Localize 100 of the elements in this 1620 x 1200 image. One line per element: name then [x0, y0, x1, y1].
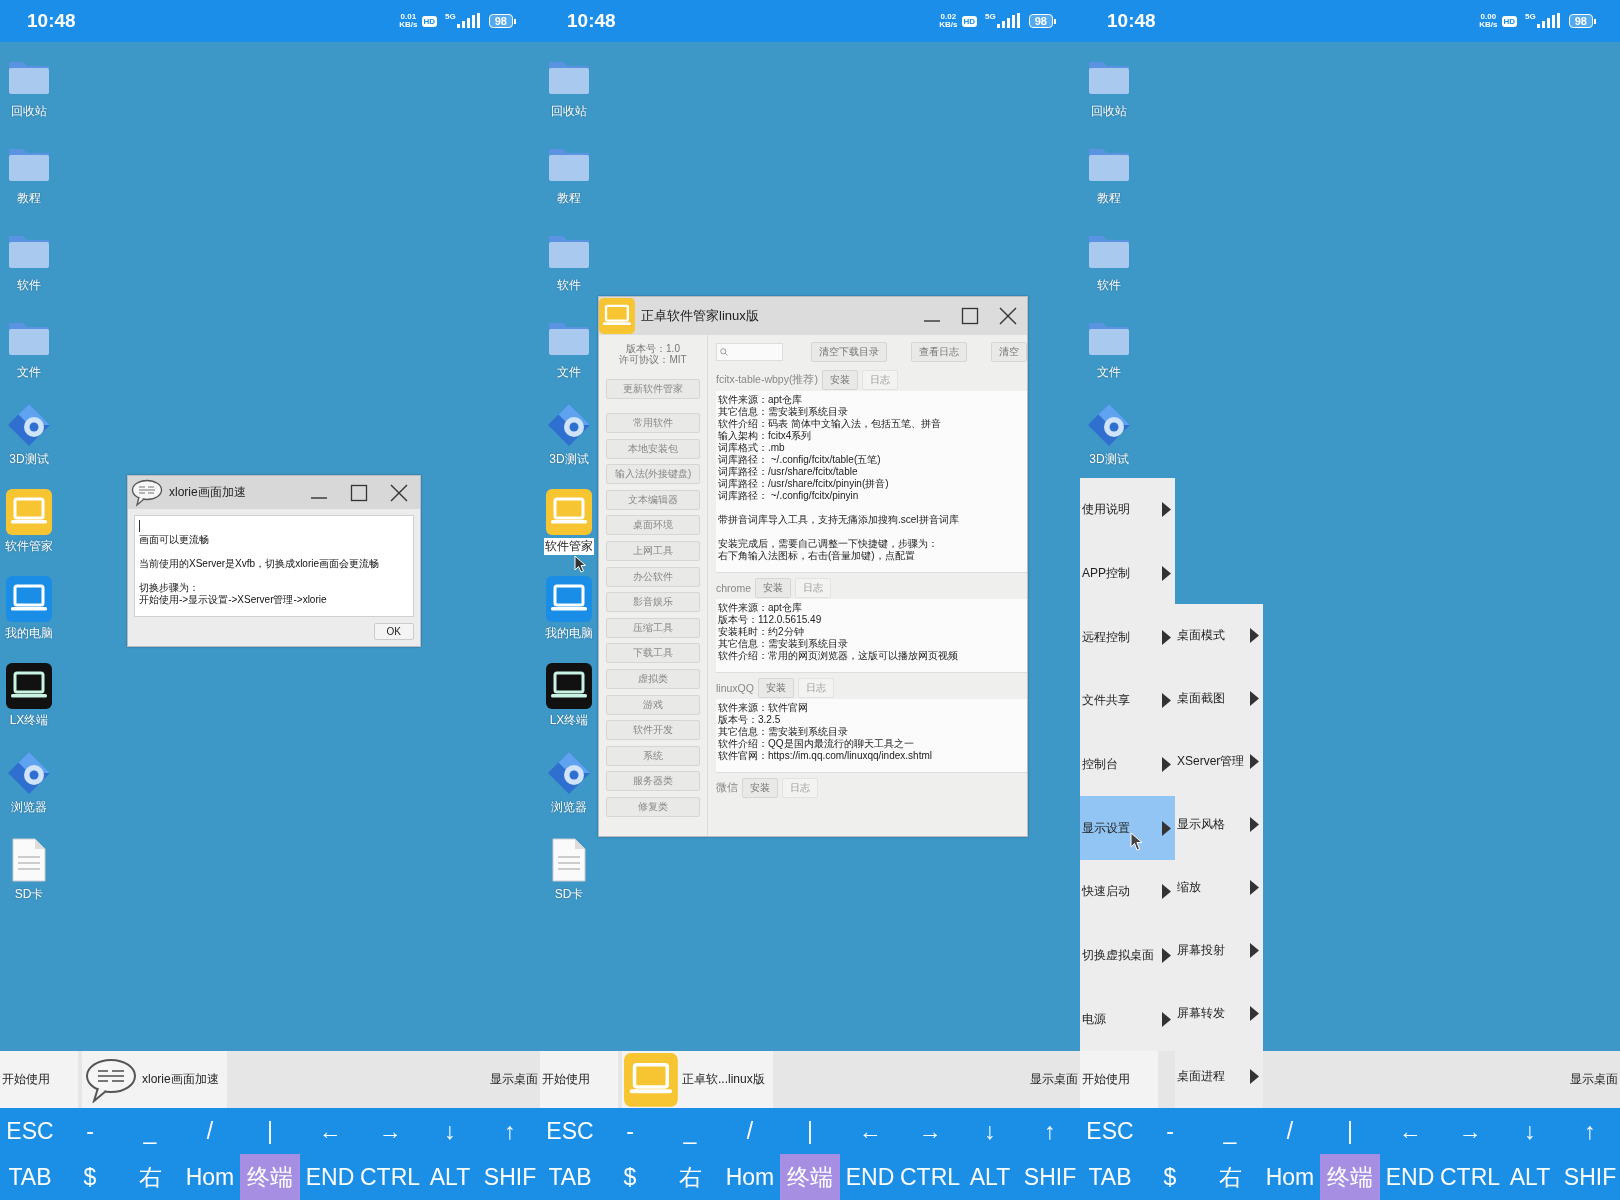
- keyboard-key[interactable]: ↑: [1560, 1108, 1620, 1154]
- folder-icon[interactable]: [8, 233, 50, 269]
- taskbar-item[interactable]: xlorie画面加速: [82, 1051, 227, 1108]
- icon-label[interactable]: 文件: [556, 364, 582, 381]
- keyboard-key[interactable]: /: [180, 1108, 240, 1154]
- category-button[interactable]: 输入法(外接键盘): [606, 464, 700, 485]
- icon-label[interactable]: 3D测试: [1088, 451, 1130, 468]
- folder-icon[interactable]: [548, 320, 590, 356]
- menu-item[interactable]: 电源: [1080, 987, 1175, 1052]
- keyboard-key[interactable]: Hom: [720, 1154, 780, 1200]
- menu-item[interactable]: 桌面模式: [1175, 604, 1263, 667]
- taskbar-item[interactable]: 正卓软...linux版: [622, 1051, 773, 1108]
- icon-label[interactable]: 教程: [556, 190, 582, 207]
- keyboard-key[interactable]: $: [60, 1154, 120, 1200]
- folder-icon[interactable]: [548, 233, 590, 269]
- icon-label[interactable]: LX终端: [548, 712, 590, 729]
- keyboard-key[interactable]: -: [60, 1108, 120, 1154]
- icon-label[interactable]: 回收站: [1090, 103, 1128, 120]
- keyboard-key[interactable]: TAB: [0, 1154, 60, 1200]
- icon-label[interactable]: 浏览器: [550, 799, 588, 816]
- keyboard-key[interactable]: END: [840, 1154, 900, 1200]
- folder-icon[interactable]: [1088, 320, 1130, 356]
- icon-label[interactable]: SD卡: [553, 886, 585, 903]
- keyboard-key[interactable]: 终端: [1320, 1154, 1380, 1200]
- icon-label[interactable]: 回收站: [10, 103, 48, 120]
- keyboard-key[interactable]: $: [600, 1154, 660, 1200]
- toolbar-button[interactable]: 清空: [991, 342, 1027, 362]
- keyboard-key[interactable]: TAB: [1080, 1154, 1140, 1200]
- keyboard-key[interactable]: ↑: [480, 1108, 540, 1154]
- category-button[interactable]: 服务器类: [606, 771, 700, 792]
- menu-item[interactable]: 快速启动: [1080, 860, 1175, 924]
- keyboard-key[interactable]: ALT: [960, 1154, 1020, 1200]
- menu-item[interactable]: 显示设置: [1080, 796, 1175, 861]
- keyboard-key[interactable]: END: [1380, 1154, 1440, 1200]
- keyboard-key[interactable]: ESC: [1080, 1108, 1140, 1154]
- menu-item[interactable]: 桌面进程: [1175, 1045, 1263, 1108]
- keyboard-key[interactable]: TAB: [540, 1154, 600, 1200]
- keyboard-key[interactable]: _: [1200, 1108, 1260, 1154]
- keyboard-key[interactable]: SHIF: [1020, 1154, 1080, 1200]
- menu-item[interactable]: 文件共享: [1080, 669, 1175, 733]
- gear-icon[interactable]: [1087, 403, 1131, 447]
- toolbar-button[interactable]: 查看日志: [911, 342, 967, 362]
- keyboard-key[interactable]: ESC: [540, 1108, 600, 1154]
- icon-label[interactable]: 浏览器: [10, 799, 48, 816]
- keyboard-key[interactable]: ↓: [420, 1108, 480, 1154]
- menu-item[interactable]: 桌面截图: [1175, 667, 1263, 730]
- category-button[interactable]: 压缩工具: [606, 617, 700, 638]
- category-button[interactable]: 文本编辑器: [606, 489, 700, 510]
- icon-label[interactable]: 软件: [556, 277, 582, 294]
- keyboard-key[interactable]: →: [900, 1108, 960, 1154]
- category-button[interactable]: 软件开发: [606, 720, 700, 741]
- install-button[interactable]: 安装: [755, 578, 791, 598]
- keyboard-key[interactable]: /: [1260, 1108, 1320, 1154]
- keyboard-key[interactable]: CTRL: [1440, 1154, 1500, 1200]
- icon-label[interactable]: 软件管家: [4, 538, 54, 555]
- keyboard-key[interactable]: _: [660, 1108, 720, 1154]
- gear-icon[interactable]: [7, 751, 51, 795]
- icon-label[interactable]: 软件: [1096, 277, 1122, 294]
- keyboard-key[interactable]: ↓: [960, 1108, 1020, 1154]
- folder-icon[interactable]: [1088, 59, 1130, 95]
- keyboard-key[interactable]: ←: [840, 1108, 900, 1154]
- category-button[interactable]: 影音娱乐: [606, 592, 700, 613]
- folder-icon[interactable]: [8, 320, 50, 356]
- icon-label[interactable]: 文件: [16, 364, 42, 381]
- keyboard-key[interactable]: →: [1440, 1108, 1500, 1154]
- ok-button[interactable]: OK: [373, 623, 414, 640]
- keyboard-key[interactable]: 右: [660, 1154, 720, 1200]
- document-icon[interactable]: [12, 838, 46, 882]
- category-button[interactable]: 系统: [606, 745, 700, 766]
- show-desktop-button[interactable]: 显示桌面: [1030, 1071, 1080, 1088]
- install-button[interactable]: 安装: [821, 370, 858, 390]
- keyboard-key[interactable]: -: [600, 1108, 660, 1154]
- keyboard-key[interactable]: |: [1320, 1108, 1380, 1154]
- menu-item[interactable]: 控制台: [1080, 732, 1175, 797]
- folder-icon[interactable]: [1088, 233, 1130, 269]
- toolbar-button[interactable]: 清空下载目录: [811, 342, 887, 362]
- icon-label[interactable]: 3D测试: [8, 451, 50, 468]
- menu-item[interactable]: 缩放: [1175, 856, 1263, 919]
- icon-label[interactable]: 我的电脑: [544, 625, 594, 642]
- menu-item[interactable]: 使用说明: [1080, 478, 1175, 542]
- folder-icon[interactable]: [548, 146, 590, 182]
- keyboard-key[interactable]: |: [240, 1108, 300, 1154]
- keyboard-key[interactable]: CTRL: [360, 1154, 420, 1200]
- keyboard-key[interactable]: -: [1140, 1108, 1200, 1154]
- menu-item[interactable]: 远程控制: [1080, 605, 1175, 669]
- laptop-icon[interactable]: [546, 663, 592, 709]
- search-field[interactable]: [716, 343, 783, 361]
- category-button[interactable]: 办公软件: [606, 566, 700, 587]
- category-button[interactable]: 下载工具: [606, 643, 700, 664]
- category-button[interactable]: 虚拟类: [606, 668, 700, 689]
- install-button[interactable]: 安装: [742, 778, 778, 798]
- keyboard-key[interactable]: 右: [1200, 1154, 1260, 1200]
- show-desktop-button[interactable]: 显示桌面: [490, 1071, 540, 1088]
- start-button[interactable]: 开始使用: [540, 1051, 618, 1108]
- install-button[interactable]: 安装: [757, 678, 794, 698]
- keyboard-key[interactable]: CTRL: [900, 1154, 960, 1200]
- keyboard-key[interactable]: ↓: [1500, 1108, 1560, 1154]
- update-button[interactable]: 更新软件管家: [606, 379, 700, 399]
- category-button[interactable]: 本地安装包: [606, 438, 700, 459]
- maximize-icon[interactable]: [959, 305, 981, 327]
